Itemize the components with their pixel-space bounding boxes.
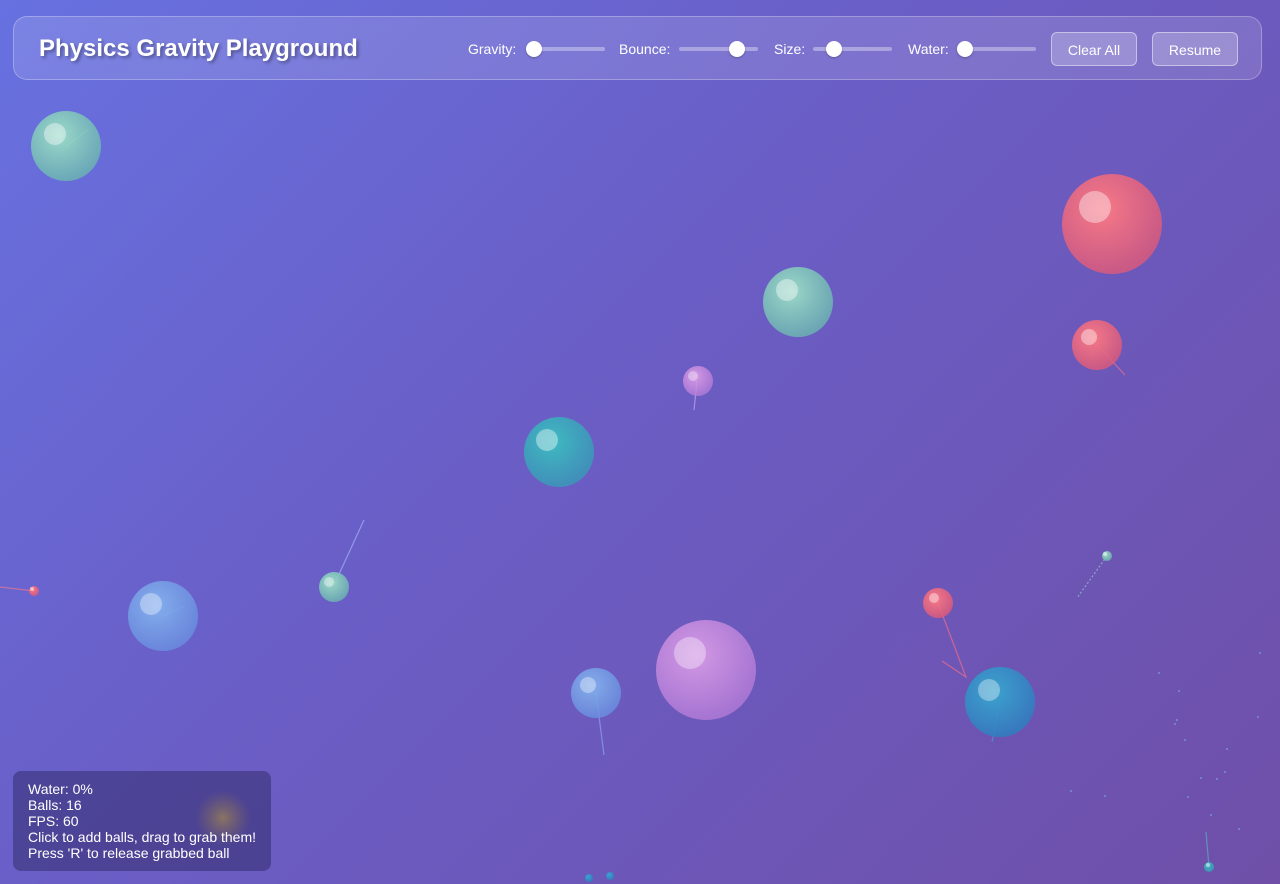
droplet (1070, 790, 1072, 792)
droplet (1158, 672, 1160, 674)
bounce-slider-thumb[interactable] (729, 41, 746, 57)
droplet (1184, 739, 1186, 741)
ball-blue[interactable] (571, 668, 621, 718)
ball-green[interactable] (763, 267, 833, 337)
bounce-label: Bounce: (619, 41, 671, 57)
droplet (1226, 748, 1228, 750)
gravity-slider[interactable] (526, 41, 605, 57)
ball-red[interactable] (923, 588, 953, 618)
droplet (1210, 814, 1212, 816)
ball-green[interactable] (1102, 551, 1112, 561)
water-status: Water: 0% (28, 781, 93, 797)
trail (1205, 831, 1210, 868)
droplet (1257, 716, 1259, 718)
gravity-slider-thumb[interactable] (526, 41, 542, 57)
ball-teal[interactable] (1204, 862, 1214, 872)
droplet (1174, 723, 1176, 725)
ball-ocean[interactable] (965, 667, 1035, 737)
droplet (1259, 652, 1261, 654)
resume-button[interactable]: Resume (1152, 32, 1238, 66)
droplet (1224, 771, 1226, 773)
clear-all-button[interactable]: Clear All (1051, 32, 1137, 66)
app-title: Physics Gravity Playground (39, 35, 358, 62)
info-panel: Water: 0% Balls: 16 FPS: 60 Click to add… (13, 771, 271, 871)
water-slider-thumb[interactable] (957, 41, 973, 57)
ball-green[interactable] (319, 572, 349, 602)
trail (1076, 555, 1108, 599)
ball-green[interactable] (31, 111, 101, 181)
droplet (1176, 719, 1178, 721)
physics-canvas[interactable] (0, 0, 1280, 884)
ball-red[interactable] (29, 586, 39, 596)
ball-blue[interactable] (128, 581, 198, 651)
ball-red[interactable] (1062, 174, 1162, 274)
ball-purple[interactable] (656, 620, 756, 720)
ball-count: Balls: 16 (28, 797, 82, 813)
balls (29, 111, 1214, 882)
motion-trails (0, 129, 1210, 868)
droplet (1238, 828, 1240, 830)
trail (0, 586, 35, 592)
size-slider-thumb[interactable] (825, 41, 842, 57)
fps-counter: FPS: 60 (28, 813, 79, 829)
water-label: Water: (908, 41, 949, 57)
bounce-slider[interactable] (679, 41, 758, 57)
hint-add-balls: Click to add balls, drag to grab them! (28, 829, 257, 845)
size-slider[interactable] (813, 41, 892, 57)
droplet (1178, 690, 1180, 692)
ball-red[interactable] (1072, 320, 1122, 370)
control-panel: Physics Gravity Playground Gravity: Boun… (13, 16, 1262, 80)
droplet (1200, 777, 1202, 779)
droplet (1216, 778, 1218, 780)
water-droplets (1070, 652, 1261, 830)
ball-ocean[interactable] (606, 872, 614, 880)
ball-ocean[interactable] (585, 874, 593, 882)
gravity-label: Gravity: (468, 41, 517, 57)
droplet (1187, 796, 1189, 798)
ball-teal[interactable] (524, 417, 594, 487)
hint-release: Press 'R' to release grabbed ball (28, 845, 230, 861)
water-slider[interactable] (957, 41, 1036, 57)
droplet (1104, 795, 1106, 797)
size-label: Size: (774, 41, 806, 57)
ball-purple[interactable] (683, 366, 713, 396)
